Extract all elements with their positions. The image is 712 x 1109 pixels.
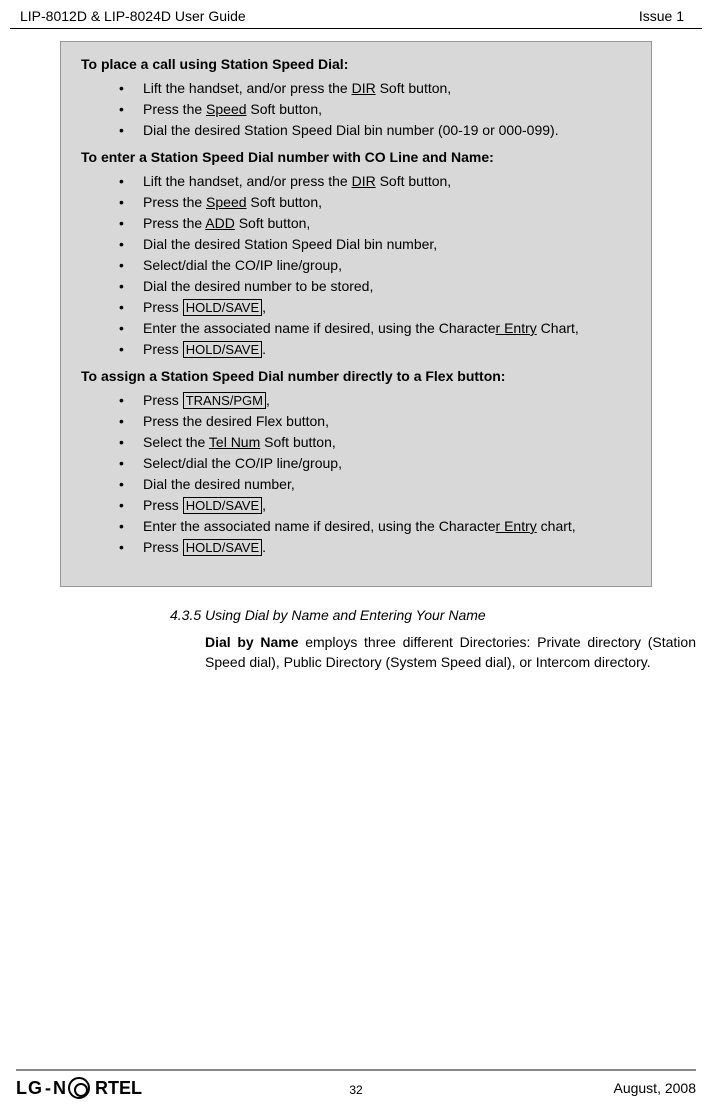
list-item: Press the Speed Soft button, <box>119 99 631 120</box>
brand-logo: LG - N RTEL <box>16 1077 142 1099</box>
list-item: Dial the desired number to be stored, <box>119 276 631 297</box>
section-1-list: Lift the handset, and/or press the DIR S… <box>119 78 631 141</box>
list-item: Press HOLD/SAVE. <box>119 537 631 558</box>
page-number: 32 <box>349 1083 362 1097</box>
list-item: Lift the handset, and/or press the DIR S… <box>119 171 631 192</box>
hold-save-key: HOLD/SAVE <box>183 299 262 316</box>
list-item: Enter the associated name if desired, us… <box>119 318 631 339</box>
section-1-title: To place a call using Station Speed Dial… <box>81 56 631 72</box>
list-item: Enter the associated name if desired, us… <box>119 516 631 537</box>
section-2-title: To enter a Station Speed Dial number wit… <box>81 149 631 165</box>
hold-save-key: HOLD/SAVE <box>183 497 262 514</box>
subsection-title: Using Dial by Name and Entering Your Nam… <box>205 607 486 623</box>
list-item: Press HOLD/SAVE, <box>119 297 631 318</box>
footer-date: August, 2008 <box>613 1080 696 1096</box>
header-right: Issue 1 <box>639 8 684 24</box>
subsection-lead: Dial by Name <box>205 634 299 650</box>
section-2-list: Lift the handset, and/or press the DIR S… <box>119 171 631 360</box>
list-item: Select/dial the CO/IP line/group, <box>119 255 631 276</box>
list-item: Dial the desired number, <box>119 474 631 495</box>
list-item: Select/dial the CO/IP line/group, <box>119 453 631 474</box>
trans-pgm-key: TRANS/PGM <box>183 392 266 409</box>
list-item: Press the Speed Soft button, <box>119 192 631 213</box>
footer-divider <box>16 1069 696 1071</box>
hold-save-key: HOLD/SAVE <box>183 539 262 556</box>
list-item: Press TRANS/PGM, <box>119 390 631 411</box>
page-header: LIP-8012D & LIP-8024D User Guide Issue 1 <box>10 0 702 29</box>
page-footer: LG - N RTEL August, 2008 32 <box>0 1069 712 1099</box>
subsection-number: 4.3.5 <box>170 607 201 623</box>
logo-lg-text: LG <box>16 1078 43 1099</box>
list-item: Press the ADD Soft button, <box>119 213 631 234</box>
logo-globe-icon <box>68 1077 90 1099</box>
instruction-box: To place a call using Station Speed Dial… <box>60 41 652 587</box>
list-item: Dial the desired Station Speed Dial bin … <box>119 120 631 141</box>
list-item: Select the Tel Num Soft button, <box>119 432 631 453</box>
list-item: Press HOLD/SAVE, <box>119 495 631 516</box>
header-left: LIP-8012D & LIP-8024D User Guide <box>20 8 246 24</box>
logo-nortel-text: RTEL <box>95 1078 142 1099</box>
section-3-title: To assign a Station Speed Dial number di… <box>81 368 631 384</box>
list-item: Lift the handset, and/or press the DIR S… <box>119 78 631 99</box>
subsection-body: Dial by Name employs three different Dir… <box>205 633 696 672</box>
list-item: Press HOLD/SAVE. <box>119 339 631 360</box>
hold-save-key: HOLD/SAVE <box>183 341 262 358</box>
list-item: Dial the desired Station Speed Dial bin … <box>119 234 631 255</box>
section-3-list: Press TRANS/PGM, Press the desired Flex … <box>119 390 631 558</box>
list-item: Press the desired Flex button, <box>119 411 631 432</box>
subsection-heading: 4.3.5 Using Dial by Name and Entering Yo… <box>170 607 702 623</box>
